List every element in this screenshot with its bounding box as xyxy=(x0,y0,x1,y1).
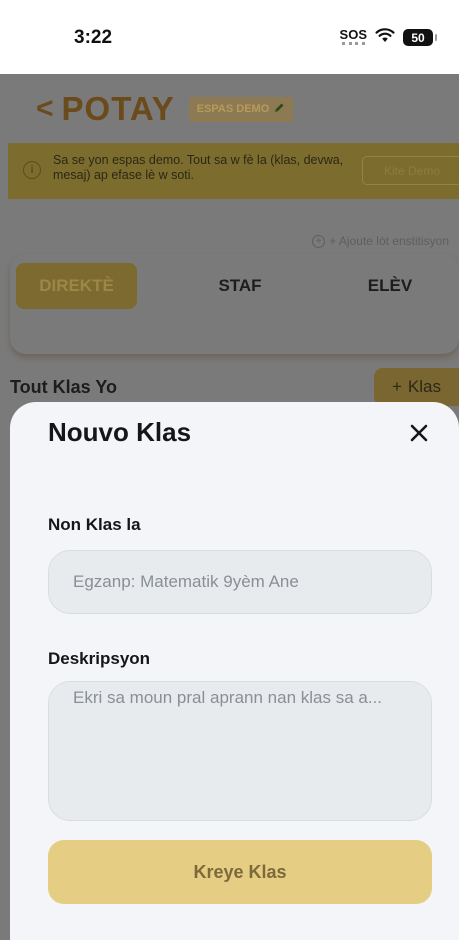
back-chevron-icon[interactable]: < xyxy=(36,92,54,126)
description-label: Deskripsyon xyxy=(48,649,151,668)
tab-staf[interactable]: STAF xyxy=(186,263,294,309)
section-title: Tout Klas Yo xyxy=(10,377,118,397)
add-institution-label: + Ajoute lòt enstitisyon xyxy=(329,234,449,248)
banner-text: Sa se yon espas demo. Tout sa w fè la (k… xyxy=(53,153,344,182)
plus-circle-icon: + xyxy=(312,234,326,248)
description-input[interactable] xyxy=(48,681,432,821)
plus-icon: + xyxy=(391,377,402,396)
add-class-button[interactable]: + Klas xyxy=(374,368,459,406)
new-class-sheet: Nouvo Klas Non Klas la Deskripsyon Kreye… xyxy=(10,402,459,940)
sheet-title: Nouvo Klas xyxy=(48,417,192,447)
role-tabs: DIREKTÈ STAF ELÈV xyxy=(10,254,459,354)
tab-direkte[interactable]: DIREKTÈ xyxy=(16,263,137,309)
pencil-icon xyxy=(273,102,285,117)
status-indicators: SOS 50 xyxy=(340,27,437,48)
demo-badge: ESPAS DEMO xyxy=(188,96,294,122)
status-bar: 3:22 SOS 50 xyxy=(0,0,459,74)
class-name-input[interactable] xyxy=(48,550,432,614)
tab-elev[interactable]: ELÈV xyxy=(340,263,440,309)
battery-icon: 50 xyxy=(403,29,437,46)
info-icon: i xyxy=(23,161,41,179)
create-class-button[interactable]: Kreye Klas xyxy=(48,840,432,904)
add-institution-link[interactable]: + + Ajoute lòt enstitisyon xyxy=(312,234,449,248)
demo-badge-label: ESPAS DEMO xyxy=(196,103,270,115)
leave-demo-button[interactable]: Kite Demo xyxy=(362,156,459,185)
app-header: < POTAY ESPAS DEMO xyxy=(36,90,294,128)
sos-indicator: SOS xyxy=(340,27,367,48)
app-title: POTAY xyxy=(61,90,175,127)
demo-banner: i Sa se yon espas demo. Tout sa w fè la … xyxy=(8,143,459,199)
wifi-icon xyxy=(375,27,395,48)
status-time: 3:22 xyxy=(74,27,113,48)
add-class-label: Klas xyxy=(407,377,441,396)
close-icon[interactable] xyxy=(404,418,434,448)
class-name-label: Non Klas la xyxy=(48,515,141,534)
